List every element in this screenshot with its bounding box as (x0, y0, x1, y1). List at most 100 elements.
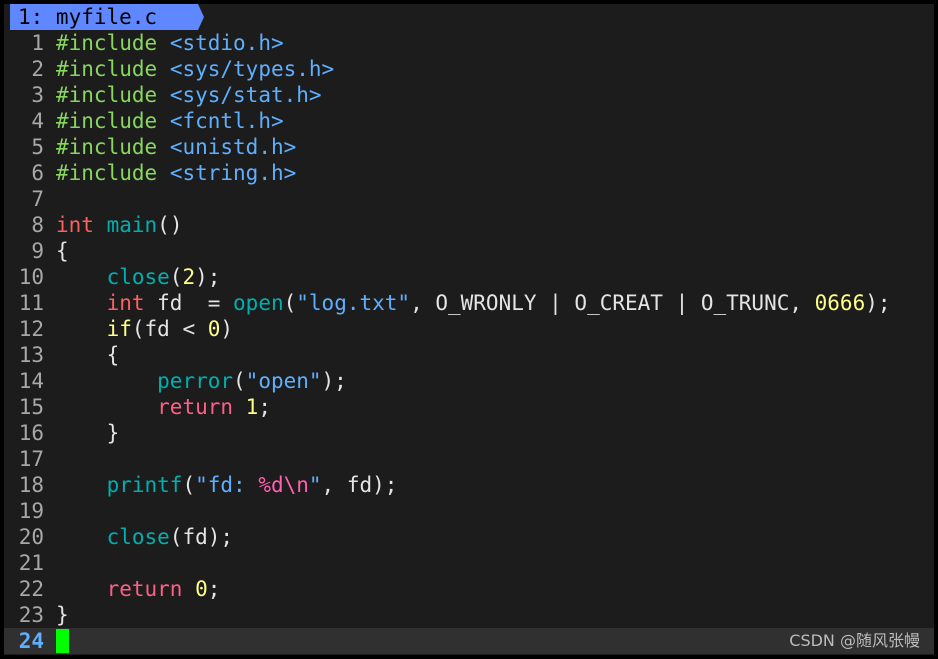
line-number: 20 (18, 525, 44, 549)
line-number: 5 (31, 135, 44, 159)
code-line[interactable]: 14 perror("open"); (4, 368, 934, 394)
token-function: open (233, 291, 284, 315)
line-text: #include <unistd.h> (56, 134, 296, 160)
code-line[interactable]: 21 (4, 550, 934, 576)
line-number: 18 (18, 473, 44, 497)
token-plain: } (56, 603, 69, 627)
line-number: 12 (18, 317, 44, 341)
code-line[interactable]: 10 close(2); (4, 264, 934, 290)
token-function: main (106, 213, 158, 237)
token-string: " (308, 473, 322, 497)
token-function: printf (106, 473, 183, 497)
line-number: 22 (18, 577, 44, 601)
code-line[interactable]: 12 if(fd < 0) (4, 316, 934, 342)
line-number: 24 (18, 629, 44, 653)
tab-myfile[interactable]: 1: myfile.c (10, 4, 204, 30)
line-number: 10 (18, 265, 44, 289)
line-text: return 1; (56, 394, 271, 420)
code-line[interactable]: 5 #include <unistd.h> (4, 134, 934, 160)
line-number: 9 (31, 239, 44, 263)
code-line[interactable]: 2 #include <sys/types.h> (4, 56, 934, 82)
code-area[interactable]: 1 #include <stdio.h> 2 #include <sys/types.… (4, 30, 934, 654)
editor-window[interactable]: 1: myfile.c 1 #include <stdio.h> 2 #include… (4, 4, 934, 655)
line-text: close(fd); (56, 524, 233, 550)
token-preproc: #include (56, 31, 158, 55)
tab-line: 1: myfile.c (4, 4, 934, 30)
code-line[interactable]: 22 return 0; (4, 576, 934, 602)
code-line[interactable]: 13 { (4, 342, 934, 368)
line-text: { (56, 238, 69, 264)
token-header: <fcntl.h> (169, 109, 284, 133)
token-statement: return (157, 395, 234, 419)
code-line[interactable]: 19 (4, 498, 934, 524)
code-line[interactable]: 23} (4, 602, 934, 628)
token-plain: , O_WRONLY | O_CREAT | O_TRUNC, (410, 291, 815, 315)
code-line[interactable]: 6 #include <string.h> (4, 160, 934, 186)
token-plain: ) (220, 317, 234, 341)
line-number: 2 (31, 57, 44, 81)
code-line[interactable]: 17 (4, 446, 934, 472)
token-header: <unistd.h> (169, 135, 297, 159)
code-line[interactable]: 18 printf("fd: %d\n", fd); (4, 472, 934, 498)
token-function: close (106, 525, 170, 549)
token-function: close (106, 265, 170, 289)
token-plain: , fd); (321, 473, 398, 497)
line-text: #include <sys/types.h> (56, 56, 334, 82)
code-line[interactable]: 16 } (4, 420, 934, 446)
token-plain: ; (258, 395, 271, 419)
token-preproc: #include (56, 135, 158, 159)
line-number: 17 (18, 447, 44, 471)
token-number: 2 (182, 265, 196, 289)
text-cursor (56, 629, 69, 653)
token-number: 1 (245, 395, 259, 419)
code-line[interactable]: 24 CSDN @随风张幔 (4, 628, 934, 654)
watermark: CSDN @随风张幔 (789, 631, 920, 650)
token-plain: (fd < (131, 317, 208, 341)
code-line[interactable]: 8 int main() (4, 212, 934, 238)
code-line[interactable]: 4 #include <fcntl.h> (4, 108, 934, 134)
token-plain: ); (321, 369, 347, 393)
line-number: 11 (18, 291, 44, 315)
line-number: 19 (18, 499, 44, 523)
code-line[interactable]: 11 int fd = open("log.txt", O_WRONLY | O… (4, 290, 934, 316)
token-plain: ( (283, 291, 297, 315)
line-text: int main() (56, 212, 182, 238)
token-preproc: #include (56, 109, 158, 133)
code-line[interactable]: 1 #include <stdio.h> (4, 30, 934, 56)
token-type: int (56, 213, 94, 237)
line-number: 8 (31, 213, 44, 237)
line-number: 14 (18, 369, 44, 393)
line-text: #include <stdio.h> (56, 30, 284, 56)
token-plain: { (56, 239, 69, 263)
line-text: { (56, 342, 120, 368)
code-line[interactable]: 3 #include <sys/stat.h> (4, 82, 934, 108)
code-line[interactable]: 15 return 1; (4, 394, 934, 420)
line-number: 23 (18, 603, 44, 627)
line-number: 1 (31, 31, 44, 55)
line-text: close(2); (56, 264, 221, 290)
line-number: 6 (31, 161, 44, 185)
code-line[interactable]: 9{ (4, 238, 934, 264)
token-statement: return (106, 577, 183, 601)
code-line[interactable]: 7 (4, 186, 934, 212)
line-text: #include <fcntl.h> (56, 108, 284, 134)
token-plain: ( (233, 369, 246, 393)
line-text: } (56, 420, 120, 446)
code-line[interactable]: 20 close(fd); (4, 524, 934, 550)
line-number: 7 (31, 187, 44, 211)
line-number: 13 (18, 343, 44, 367)
token-number: 0666 (814, 291, 866, 315)
token-string: "open" (245, 369, 322, 393)
